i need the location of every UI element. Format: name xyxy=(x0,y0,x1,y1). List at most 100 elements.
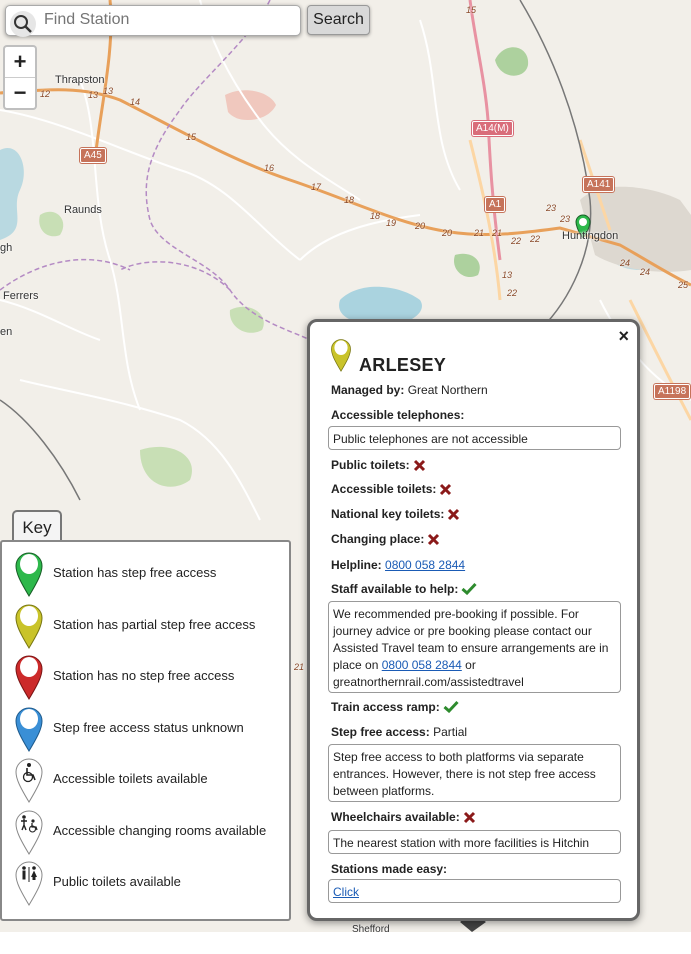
helpline-label: Helpline: xyxy=(331,558,382,572)
place-label-ferrers: Ferrers xyxy=(3,290,39,302)
road-shield-a14m: A14(M) xyxy=(472,121,513,136)
managed-by-label: Managed by: xyxy=(331,383,405,397)
road-number: 17 xyxy=(311,182,322,192)
cross-icon xyxy=(440,483,452,496)
step-free-label: Step free access: xyxy=(331,725,430,739)
place-label-thrapston: Thrapston xyxy=(55,74,105,86)
search-input[interactable] xyxy=(38,7,308,32)
managed-by-value: Great Northern xyxy=(407,383,488,397)
accessible-telephones-label: Accessible telephones: xyxy=(331,408,464,422)
road-number: 23 xyxy=(560,214,571,224)
public-toilets-label: Public toilets: xyxy=(331,458,410,472)
station-popup: × ARLESEY Managed by: Great Northern Acc… xyxy=(307,319,640,921)
road-shield-a141: A141 xyxy=(583,177,615,192)
road-number: 21 xyxy=(474,228,485,238)
road-number: 18 xyxy=(370,211,381,221)
zoom-in-button[interactable]: + xyxy=(5,47,35,78)
helpline-link[interactable]: 0800 058 2844 xyxy=(385,558,465,572)
staff-label: Staff available to help: xyxy=(331,582,459,596)
road-number: 20 xyxy=(415,221,426,231)
road-shield-a1: A1 xyxy=(485,197,506,212)
changing-place-label: Changing place: xyxy=(331,532,425,546)
close-icon[interactable]: × xyxy=(618,326,629,347)
changing-place-row: Changing place: xyxy=(331,532,440,546)
key-label: Accessible changing rooms available xyxy=(53,823,267,838)
accessible-telephones-value: Public telephones are not accessible xyxy=(328,426,621,450)
key-label: Accessible toilets available xyxy=(53,771,208,786)
zoom-out-button[interactable]: − xyxy=(5,78,35,108)
road-number: 18 xyxy=(344,195,355,205)
road-number: 16 xyxy=(264,163,275,173)
road-number: 22 xyxy=(530,234,541,244)
road-number: 24 xyxy=(620,258,631,268)
cross-icon xyxy=(463,811,475,824)
nearest-station-box: The nearest station with more facilities… xyxy=(328,830,621,854)
road-number: 23 xyxy=(546,203,557,213)
cross-icon xyxy=(413,459,425,472)
road-number: 25 xyxy=(678,280,689,290)
road-number: 14 xyxy=(130,97,141,107)
staff-row: Staff available to help: xyxy=(331,582,477,596)
key-item-changing-rooms: Accessible changing rooms available xyxy=(14,809,289,855)
accessible-toilets-row: Accessible toilets: xyxy=(331,482,452,496)
tick-icon xyxy=(461,582,477,595)
key-label: Step free access status unknown xyxy=(53,720,244,735)
place-label-raunds: Raunds xyxy=(64,204,102,216)
road-number: 15 xyxy=(186,132,197,142)
accessible-toilets-label: Accessible toilets: xyxy=(331,482,437,496)
stations-made-easy-label: Stations made easy: xyxy=(331,862,448,876)
road-number: 19 xyxy=(386,218,397,228)
managed-by-row: Managed by: Great Northern xyxy=(331,383,488,397)
green-pin-icon xyxy=(15,552,43,597)
train-ramp-row: Train access ramp: xyxy=(331,700,459,714)
stations-made-easy-box: Click xyxy=(328,879,621,903)
key-label: Public toilets available xyxy=(53,874,181,889)
public-toilet-icon xyxy=(15,861,43,906)
road-number: 20 xyxy=(442,228,453,238)
staff-phone-link[interactable]: 0800 058 2844 xyxy=(382,658,462,672)
road-number: 21 xyxy=(492,228,503,238)
accessible-toilet-icon xyxy=(15,758,43,803)
search-box xyxy=(5,5,308,37)
key-item-public-toilets: Public toilets available xyxy=(14,860,289,906)
tick-icon xyxy=(443,700,459,713)
step-free-value: Partial xyxy=(433,725,468,739)
wheelchairs-row: Wheelchairs available: xyxy=(331,810,476,824)
road-number: 22 xyxy=(507,288,518,298)
road-number: 15 xyxy=(466,5,477,15)
key-item-unknown: Step free access status unknown xyxy=(14,706,289,752)
road-number: 22 xyxy=(511,236,522,246)
road-number: 13 xyxy=(103,86,114,96)
wheelchairs-label: Wheelchairs available: xyxy=(331,810,460,824)
stations-made-easy-link[interactable]: Click xyxy=(333,885,359,899)
key-label: Station has partial step free access xyxy=(53,617,256,632)
cross-icon xyxy=(448,508,460,521)
red-pin-icon xyxy=(15,655,43,700)
road-number: 13 xyxy=(502,270,513,280)
train-ramp-label: Train access ramp: xyxy=(331,700,440,714)
accessible-telephones-label-text: Accessible telephones: xyxy=(331,408,465,422)
yellow-pin-icon xyxy=(15,604,43,649)
yellow-pin-icon xyxy=(331,339,351,372)
key-item-step-free: Station has step free access xyxy=(14,551,289,597)
road-number: 13 xyxy=(88,90,99,100)
place-label-gh: gh xyxy=(0,242,13,254)
step-free-detail: Step free access to both platforms via s… xyxy=(328,744,621,802)
changing-room-icon xyxy=(15,810,43,855)
key-label: Station has step free access xyxy=(53,565,217,580)
staff-info-box: We recommended pre-booking if possible. … xyxy=(328,601,621,693)
place-label-huntingdon: Huntingdon xyxy=(562,230,619,242)
key-tab[interactable]: Key xyxy=(12,510,62,542)
cross-icon xyxy=(428,533,440,546)
key-item-partial: Station has partial step free access xyxy=(14,603,289,649)
place-label-en: en xyxy=(0,326,13,338)
national-key-toilets-row: National key toilets: xyxy=(331,507,460,521)
key-item-no-step-free: Station has no step free access xyxy=(14,654,289,700)
step-free-row: Step free access: Partial xyxy=(331,725,467,739)
place-label-shefford: Shefford xyxy=(352,924,390,932)
station-name: ARLESEY xyxy=(359,355,447,375)
road-number: 21 xyxy=(294,662,305,672)
search-icon[interactable] xyxy=(10,11,36,37)
helpline-row: Helpline: 0800 058 2844 xyxy=(331,558,465,572)
search-button[interactable]: Search xyxy=(307,5,370,35)
